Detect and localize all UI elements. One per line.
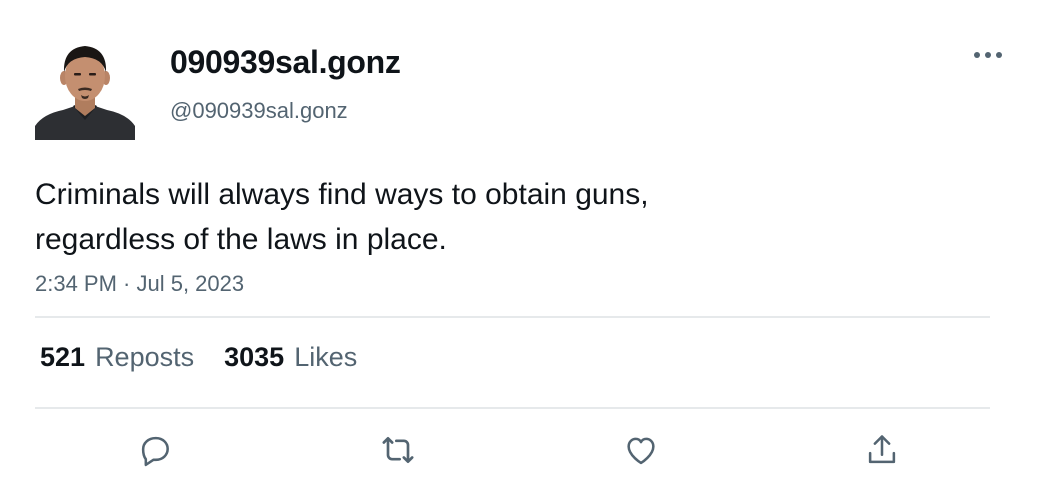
display-name[interactable]: 090939sal.gonz: [170, 44, 401, 81]
divider: [35, 316, 990, 318]
divider: [35, 407, 990, 409]
likes-count: 3035: [224, 342, 285, 372]
more-options-button[interactable]: [968, 40, 1008, 70]
reply-button[interactable]: [133, 428, 177, 472]
likes-label: Likes: [294, 342, 358, 372]
more-horizontal-icon: [974, 52, 1002, 58]
tweet-text-line: Criminals will always find ways to obtai…: [35, 178, 649, 211]
engagement-stats: 521 Reposts 3035 Likes: [40, 342, 357, 373]
tweet-timestamp[interactable]: 2:34 PM · Jul 5, 2023: [35, 271, 244, 297]
reposts-stat[interactable]: 521 Reposts: [40, 342, 194, 373]
share-icon: [868, 435, 896, 464]
repost-icon: [382, 437, 414, 463]
user-handle[interactable]: @090939sal.gonz: [170, 98, 348, 124]
reply-icon: [141, 436, 169, 467]
reposts-label: Reposts: [95, 342, 195, 372]
likes-stat[interactable]: 3035 Likes: [224, 342, 357, 373]
repost-button[interactable]: [376, 428, 420, 472]
like-icon: [627, 437, 655, 465]
like-button[interactable]: [619, 428, 663, 472]
reposts-count: 521: [40, 342, 86, 372]
avatar-image: [35, 40, 135, 140]
tweet-text-line: regardless of the laws in place.: [35, 223, 447, 256]
tweet-text: Criminals will always find ways to obtai…: [35, 172, 935, 262]
share-button[interactable]: [860, 428, 904, 472]
avatar[interactable]: [35, 40, 135, 140]
